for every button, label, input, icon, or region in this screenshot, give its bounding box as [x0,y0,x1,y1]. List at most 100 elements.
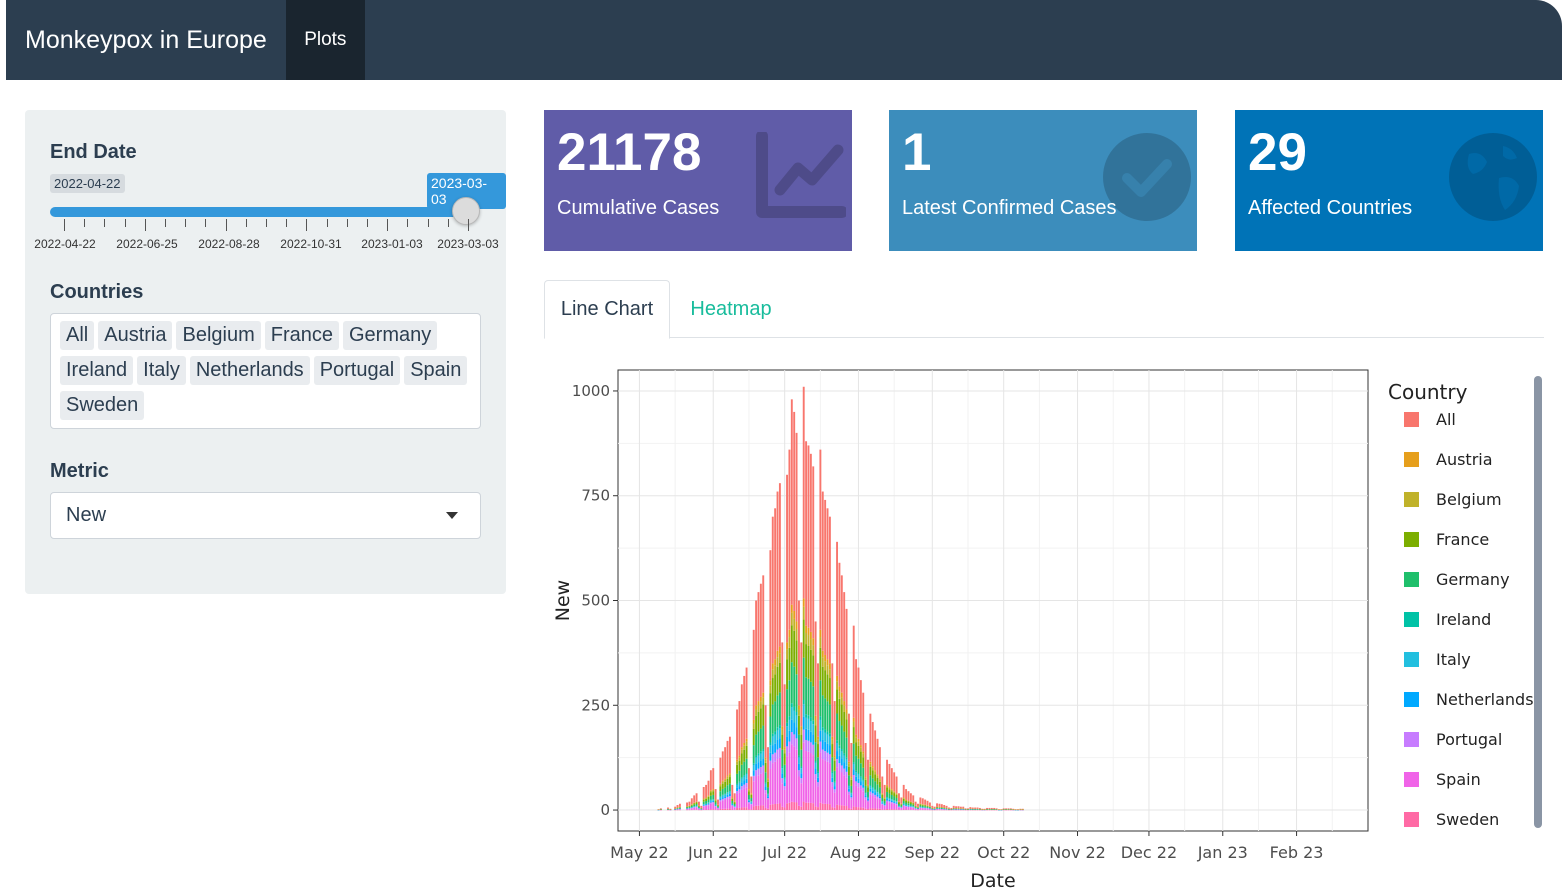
bar-segment [805,717,808,729]
bar-segment [736,773,738,784]
bar-segment [824,732,827,742]
bar-segment [814,715,817,720]
bar-segment [819,680,822,717]
bar-segment [788,680,791,717]
bar-segment [862,807,865,811]
country-chip[interactable]: Austria [98,321,173,350]
bar-segment [862,787,865,792]
country-chip[interactable]: Spain [404,356,468,385]
bar-segment [698,808,700,810]
tab-line-chart[interactable]: Line Chart [544,280,670,339]
bar-segment [759,583,762,697]
bar-segment [874,770,877,772]
bar-segment [833,755,836,758]
bar-segment [867,784,869,786]
bar-segment [881,803,884,805]
bar-segment [817,782,819,787]
bar-segment [757,755,760,763]
country-chip[interactable]: Netherlands [189,356,310,385]
bar-segment [781,783,784,807]
bar-segment [814,621,817,716]
tab-heatmap[interactable]: Heatmap [670,280,792,339]
country-chip[interactable]: Italy [137,356,186,385]
legend-scrollbar[interactable] [1534,376,1542,828]
bar-segment [755,755,758,758]
bar-segment [752,770,755,776]
bar-segment [738,786,741,790]
bar-segment [717,799,719,805]
bar-segment [724,779,727,782]
bar-segment [898,801,900,803]
bar-segment [850,785,853,793]
country-chip[interactable]: All [60,321,95,350]
bar-segment [755,776,758,806]
bar-segment [864,742,867,777]
bar-segment [757,701,760,706]
bar-segment [869,761,872,764]
bar-segment [712,803,715,810]
app-title[interactable]: Monkeypox in Europe [6,0,286,80]
bar-segment [881,797,884,802]
bar-segment [755,600,758,706]
bar-segment [888,802,891,810]
bar-segment [924,806,927,808]
country-chip[interactable]: France [264,321,339,350]
country-chip[interactable]: Sweden [60,391,145,420]
country-chip[interactable]: Belgium [176,321,261,350]
bar-segment [817,739,819,745]
bar-segment [767,778,769,780]
legend-label: Ireland [1436,610,1491,629]
y-axis-title: New [552,580,574,621]
bar-segment [678,809,681,810]
bar-segment [757,805,760,811]
bar-segment [909,806,912,808]
bar-segment [805,677,808,715]
bar-segment [798,805,800,811]
bar-segment [733,806,736,807]
bar-segment [702,786,705,799]
bar-segment [886,791,888,797]
countries-select[interactable]: All Austria Belgium France Germany Irela… [50,313,481,429]
bar-segment [781,766,784,769]
bar-segment [771,704,774,734]
bar-segment [731,797,734,798]
bar-segment [888,798,891,800]
country-chip[interactable]: Portugal [313,356,401,385]
bar-segment [952,805,955,808]
bar-segment [876,794,879,797]
country-chip[interactable]: Ireland [60,356,134,385]
bar-segment [888,786,891,788]
bar-segment [750,803,753,805]
bar-segment [731,797,734,799]
bar-segment [862,779,865,781]
country-chip[interactable]: Germany [343,321,438,350]
bar-segment [845,737,848,758]
slider-tick [145,219,146,231]
bar-segment [762,575,765,693]
bar-segment [776,727,779,731]
latest-cases-value: 1 [902,123,932,182]
bar-segment [838,562,841,687]
bar-segment [828,516,831,664]
metric-select[interactable]: New [50,492,481,539]
bar-segment [852,763,855,770]
bar-segment [802,606,805,620]
bar-segment [948,807,950,809]
bar-segment [905,804,908,806]
nav-tab-plots[interactable]: Plots [285,0,365,80]
bar-segment [926,808,929,810]
bar-segment [778,757,781,804]
bar-segment [898,804,900,806]
bar-segment [752,745,755,764]
end-date-slider-track[interactable] [50,207,467,217]
bar-segment [812,720,815,725]
bar-segment [805,644,808,678]
bar-segment [745,745,748,759]
bar-segment [878,781,881,788]
bar-segment [845,777,848,807]
bar-segment [740,778,743,783]
bar-segment [831,736,834,740]
bar-segment [850,742,853,777]
bar-segment [728,777,731,784]
bar-segment [783,777,786,779]
